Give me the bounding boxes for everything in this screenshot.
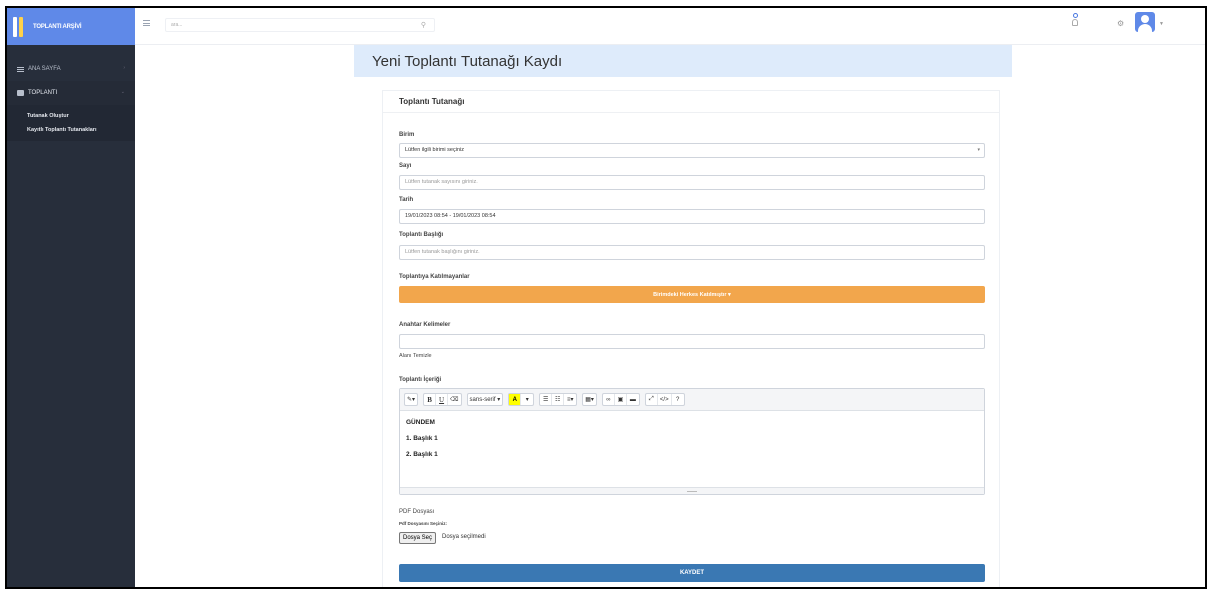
- search-input[interactable]: ara... ⚲: [165, 18, 435, 32]
- eraser-icon[interactable]: ⌫: [448, 394, 460, 405]
- rich-text-editor[interactable]: ✎▾ B U ⌫ sans-serif ▾ A ▾ ☰ ☷ ≡▾ ▦▾ ∞ ▣ …: [399, 388, 985, 495]
- file-status: Dosya seçilmedi: [442, 534, 486, 540]
- save-button[interactable]: KAYDET: [399, 564, 985, 582]
- tarih-label: Tarih: [399, 197, 414, 203]
- align-icon[interactable]: ≡▾: [564, 394, 576, 405]
- sidebar-subitem-tutanak-olustur[interactable]: Tutanak Oluştur: [7, 109, 135, 123]
- chevron-down-icon[interactable]: ▾: [521, 394, 533, 405]
- list-icon: [17, 66, 24, 72]
- image-icon[interactable]: ▣: [615, 394, 627, 405]
- chevron-right-icon: ›: [123, 65, 125, 71]
- code-view-icon[interactable]: </>: [658, 394, 672, 405]
- editor-resize-handle[interactable]: [400, 487, 984, 494]
- logo-icon: [13, 16, 27, 37]
- file-choose-button[interactable]: Dosya Seç: [399, 532, 437, 544]
- editor-line: GÜNDEM: [406, 419, 435, 426]
- sidebar-subitem-kayitli-tutanaklar[interactable]: Kayıtlı Toplantı Tutanakları: [7, 123, 135, 137]
- sidebar-submenu: Tutanak Oluştur Kayıtlı Toplantı Tutanak…: [7, 105, 135, 141]
- avatar[interactable]: [1135, 12, 1155, 32]
- card-header: Toplantı Tutanağı: [383, 91, 999, 113]
- topbar: ara... ⚲ ⚙ ▼: [135, 8, 1205, 45]
- chevron-down-icon: ⌄: [120, 89, 125, 95]
- birim-select[interactable]: Lütfen ilgili birimi seçiniz ▾: [399, 143, 985, 158]
- app-window: TOPLANTI ARŞİVİ ara... ⚲ ⚙ ▼ ANA SAYFA ›…: [5, 6, 1207, 589]
- unordered-list-icon[interactable]: ☰: [540, 394, 553, 405]
- baslik-input[interactable]: Lütfen tutanak başlığını giriniz.: [399, 245, 985, 260]
- editor-toolbar: ✎▾ B U ⌫ sans-serif ▾ A ▾ ☰ ☷ ≡▾ ▦▾ ∞ ▣ …: [400, 389, 984, 411]
- fullscreen-icon[interactable]: ⤢: [646, 394, 658, 405]
- underline-icon[interactable]: U: [436, 394, 449, 405]
- search-placeholder: ara...: [171, 22, 183, 28]
- main-content: Yeni Toplantı Tutanağı Kaydı Toplantı Tu…: [135, 45, 1205, 587]
- sidebar-item-label: ANA SAYFA: [28, 66, 61, 72]
- editor-content[interactable]: GÜNDEM 1. Başlık 1 2. Başlık 1: [400, 411, 984, 487]
- page-header: Yeni Toplantı Tutanağı Kaydı: [354, 45, 1012, 77]
- sayi-placeholder: Lütfen tutanak sayısını giriniz.: [405, 179, 478, 185]
- link-icon[interactable]: ∞: [603, 394, 615, 405]
- sayi-label: Sayı: [399, 163, 412, 169]
- katilmayanlar-label: Toplantıya Katılmayanlar: [399, 274, 470, 280]
- table-icon[interactable]: ▦▾: [583, 394, 596, 405]
- menu-toggle-icon[interactable]: [143, 20, 150, 26]
- birim-selected-value: Lütfen ilgili birimi seçiniz: [405, 147, 464, 153]
- ordered-list-icon[interactable]: ☷: [552, 394, 565, 405]
- gear-icon[interactable]: ⚙: [1117, 19, 1124, 28]
- icerik-label: Toplantı İçeriği: [399, 377, 442, 383]
- birim-label: Birim: [399, 132, 415, 138]
- tarih-input[interactable]: 19/01/2023 08:54 - 19/01/2023 08:54: [399, 209, 985, 224]
- card-title: Toplantı Tutanağı: [399, 97, 465, 106]
- editor-line: 1. Başlık 1: [406, 435, 438, 442]
- editor-line: 2. Başlık 1: [406, 451, 438, 458]
- sidebar: ANA SAYFA › TOPLANTI ⌄ Tutanak Oluştur K…: [7, 45, 135, 587]
- notification-bell-icon[interactable]: [1070, 13, 1080, 31]
- page-title: Yeni Toplantı Tutanağı Kaydı: [372, 52, 563, 70]
- brand[interactable]: TOPLANTI ARŞİVİ: [7, 8, 135, 45]
- sidebar-item-ana-sayfa[interactable]: ANA SAYFA ›: [7, 57, 135, 81]
- anahtar-kelimeler-input[interactable]: [399, 334, 985, 349]
- book-icon: [17, 90, 24, 96]
- baslik-label: Toplantı Başlığı: [399, 232, 444, 238]
- sidebar-item-label: TOPLANTI: [28, 90, 58, 96]
- tarih-value: 19/01/2023 08:54 - 19/01/2023 08:54: [405, 213, 496, 219]
- chevron-down-icon: ▾: [977, 147, 980, 153]
- font-family-select[interactable]: sans-serif ▾: [468, 394, 503, 405]
- katilmayanlar-dropdown-button[interactable]: Birimdeki Herkes Katılmıştır ▾: [399, 286, 985, 303]
- form-card: Toplantı Tutanağı Birim Lütfen ilgili bi…: [382, 90, 1000, 587]
- baslik-placeholder: Lütfen tutanak başlığını giriniz.: [405, 249, 480, 255]
- video-icon[interactable]: ▬: [627, 394, 639, 405]
- notification-dot: [1072, 13, 1078, 18]
- search-icon[interactable]: ⚲: [421, 21, 426, 29]
- pdf-sublabel: Pdf Dosyasını Seçiniz:: [399, 521, 448, 526]
- chevron-down-icon[interactable]: ▼: [1159, 21, 1164, 27]
- help-icon[interactable]: ?: [672, 394, 684, 405]
- chevron-down-icon: ▾: [726, 291, 731, 298]
- anahtar-kelimeler-label: Anahtar Kelimeler: [399, 322, 451, 328]
- alani-temizle-link[interactable]: Alanı Temizle: [399, 353, 432, 359]
- brand-name: TOPLANTI ARŞİVİ: [33, 23, 82, 30]
- text-color-icon[interactable]: A: [509, 394, 522, 405]
- sidebar-item-toplanti[interactable]: TOPLANTI ⌄: [7, 81, 135, 105]
- sayi-input[interactable]: Lütfen tutanak sayısını giriniz.: [399, 175, 985, 190]
- katilmayanlar-button-label: Birimdeki Herkes Katılmıştır: [653, 291, 727, 298]
- bold-icon[interactable]: B: [424, 394, 437, 405]
- pdf-label: PDF Dosyası: [399, 509, 435, 515]
- style-icon[interactable]: ✎▾: [405, 394, 417, 405]
